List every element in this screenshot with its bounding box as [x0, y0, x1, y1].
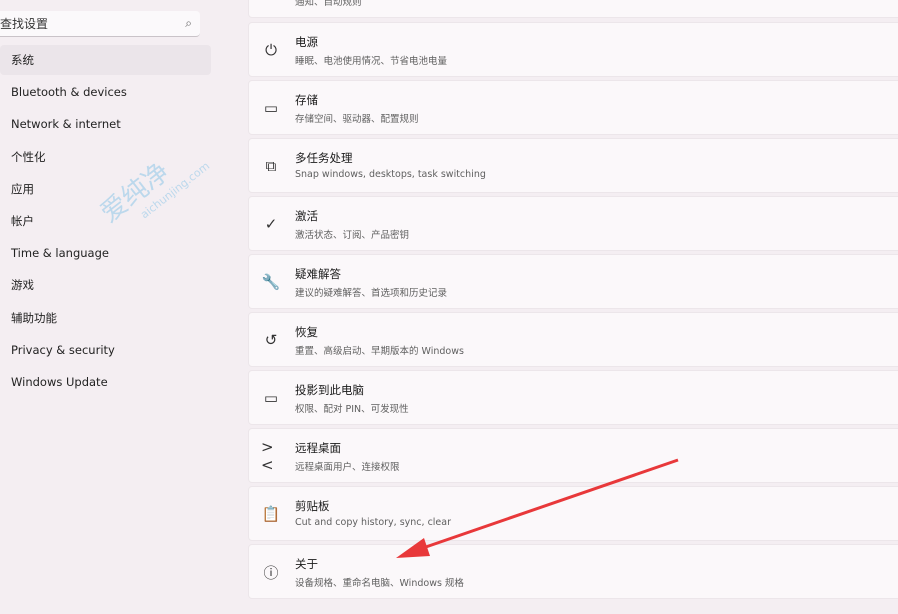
red-arrow-annotation [396, 458, 679, 558]
